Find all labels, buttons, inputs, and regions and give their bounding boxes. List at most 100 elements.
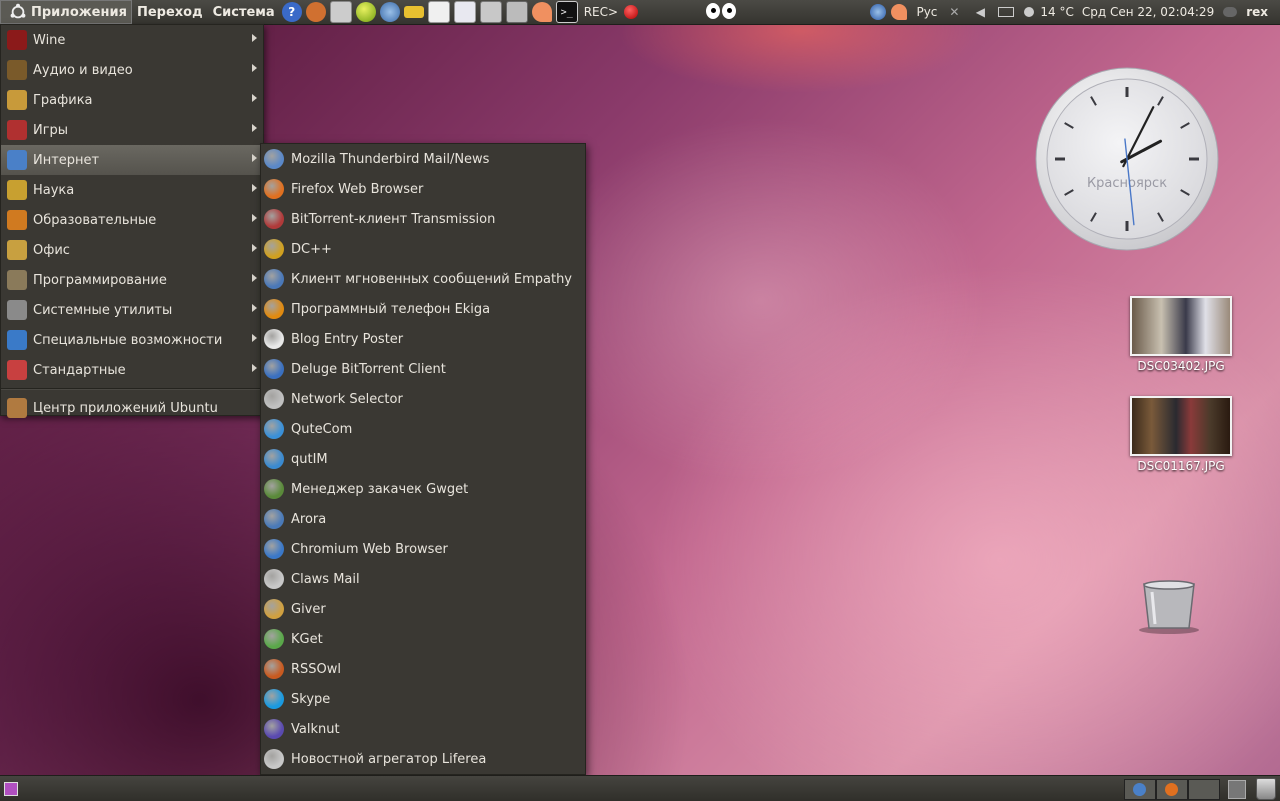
thunderbird-workspace-icon	[1133, 783, 1146, 796]
wine-icon	[7, 30, 27, 50]
workspace-1-button[interactable]	[1124, 779, 1156, 800]
system-menu-button[interactable]: Система	[208, 0, 280, 24]
submenu-item-firefox[interactable]: Firefox Web Browser	[261, 174, 585, 204]
username[interactable]: rex	[1242, 5, 1272, 19]
screenshot-launcher-icon[interactable]	[505, 1, 528, 23]
menu-item-programming[interactable]: Программирование	[1, 265, 263, 295]
submenu-item-qutecom[interactable]: QuteCom	[261, 414, 585, 444]
qutim-icon	[264, 449, 284, 469]
deluge-icon	[264, 359, 284, 379]
submenu-item-blog[interactable]: Blog Entry Poster	[261, 324, 585, 354]
submenu-arrow-icon	[252, 34, 257, 42]
submenu-item-gwget[interactable]: Менеджер закачек Gwget	[261, 474, 585, 504]
desktop-icon-photo-2[interactable]: DSC01167.JPG	[1126, 396, 1236, 473]
trash-icon[interactable]	[1138, 578, 1200, 636]
submenu-item-label: Valknut	[291, 721, 340, 737]
text-editor-launcher-icon[interactable]	[427, 1, 450, 23]
workspace-3-button[interactable]	[1188, 779, 1220, 800]
ekiga-icon	[264, 299, 284, 319]
submenu-item-ekiga[interactable]: Программный телефон Ekiga	[261, 294, 585, 324]
applications-menu-button[interactable]: Приложения	[0, 0, 132, 24]
record-label[interactable]: REC>	[580, 5, 622, 19]
workspace-4-button[interactable]	[1228, 780, 1246, 799]
menu-item-label: Образовательные	[33, 212, 157, 228]
menu-item-accessories[interactable]: Стандартные	[1, 355, 263, 385]
menu-item-label: Системные утилиты	[33, 302, 173, 318]
skype-icon	[264, 689, 284, 709]
gwget-icon	[264, 479, 284, 499]
submenu-item-chromium[interactable]: Chromium Web Browser	[261, 534, 585, 564]
submenu-item-dcpp[interactable]: DC++	[261, 234, 585, 264]
submenu-item-claws-mail[interactable]: Claws Mail	[261, 564, 585, 594]
submenu-item-empathy[interactable]: Клиент мгновенных сообщений Empathy	[261, 264, 585, 294]
workspace-2-button[interactable]	[1156, 779, 1188, 800]
menu-item-system-tools[interactable]: Системные утилиты	[1, 295, 263, 325]
network-disconnected-icon[interactable]: ✕	[946, 4, 962, 20]
desktop-icon-photo-1[interactable]: DSC03402.JPG	[1126, 296, 1236, 373]
submenu-item-label: qutIM	[291, 451, 328, 467]
menu-item-games[interactable]: Игры	[1, 115, 263, 145]
accessories-icon	[7, 360, 27, 380]
menu-item-label: Графика	[33, 92, 93, 108]
submenu-item-label: Blog Entry Poster	[291, 331, 404, 347]
submenu-item-valknut[interactable]: Valknut	[261, 714, 585, 744]
calculator-launcher-icon[interactable]	[479, 1, 502, 23]
ubuntu-logo-icon	[10, 3, 26, 19]
firefox-icon	[264, 179, 284, 199]
submenu-item-qutim[interactable]: qutIM	[261, 444, 585, 474]
weather-temperature[interactable]: 14 °C	[1036, 5, 1077, 19]
rssowl-icon	[264, 659, 284, 679]
help-icon[interactable]: ?	[281, 2, 302, 22]
submenu-item-skype[interactable]: Skype	[261, 684, 585, 714]
record-button-icon[interactable]	[624, 5, 639, 19]
terminal-launcher-icon[interactable]: >_	[555, 1, 578, 23]
menu-item-multimedia[interactable]: Аудио и видео	[1, 55, 263, 85]
mail-icon[interactable]	[998, 7, 1015, 17]
menu-item-internet[interactable]: Интернет	[1, 145, 263, 175]
date-time[interactable]: Срд Сен 22, 02:04:29	[1078, 5, 1218, 19]
clock-widget[interactable]: Красноярск	[1035, 67, 1219, 251]
submenu-item-transmission[interactable]: BitTorrent-клиент Transmission	[261, 204, 585, 234]
qutecom-icon	[264, 419, 284, 439]
submenu-item-deluge[interactable]: Deluge BitTorrent Client	[261, 354, 585, 384]
network-launcher-icon[interactable]	[379, 2, 400, 22]
weather-icon[interactable]	[1024, 7, 1035, 17]
menu-item-office[interactable]: Офис	[1, 235, 263, 265]
submenu-item-network[interactable]: Network Selector	[261, 384, 585, 414]
submenu-item-liferea[interactable]: Новостной агрегатор Liferea	[261, 744, 585, 774]
show-desktop-icon[interactable]	[4, 782, 18, 796]
menu-item-science[interactable]: Наука	[1, 175, 263, 205]
submenu-item-thunderbird[interactable]: Mozilla Thunderbird Mail/News	[261, 144, 585, 174]
submenu-item-rssowl[interactable]: RSSOwl	[261, 654, 585, 684]
menu-item-software-center[interactable]: Центр приложений Ubuntu	[1, 393, 263, 423]
submenu-item-giver[interactable]: Giver	[261, 594, 585, 624]
tennis-ball-launcher-icon[interactable]	[355, 2, 376, 22]
valknut-icon	[264, 719, 284, 739]
submenu-item-label: Клиент мгновенных сообщений Empathy	[291, 271, 572, 287]
dcpp-icon	[264, 239, 284, 259]
submenu-item-arora[interactable]: Arora	[261, 504, 585, 534]
menu-item-accessibility[interactable]: Специальные возможности	[1, 325, 263, 355]
folder-launcher-icon[interactable]	[403, 6, 424, 18]
notes-launcher-icon[interactable]	[453, 1, 476, 23]
submenu-arrow-icon	[252, 364, 257, 372]
claws-mail-icon	[264, 569, 284, 589]
game-launcher-icon[interactable]	[305, 2, 326, 22]
menu-item-wine[interactable]: Wine	[1, 25, 263, 55]
thunderbird-tray-icon[interactable]	[870, 4, 887, 20]
menu-item-education[interactable]: Образовательные	[1, 205, 263, 235]
applications-menu: Wine Аудио и видео Графика Игры Интернет Наук…	[0, 24, 264, 418]
ipod-launcher-icon[interactable]	[329, 1, 352, 23]
submenu-item-label: RSSOwl	[291, 661, 342, 677]
keyboard-layout-indicator[interactable]: Рус	[912, 5, 941, 19]
liferea-icon	[264, 749, 284, 769]
menu-item-graphics[interactable]: Графика	[1, 85, 263, 115]
volume-icon[interactable]: ◀	[972, 4, 988, 20]
cheese-tray-icon[interactable]	[891, 4, 908, 20]
cheese-launcher-icon[interactable]	[531, 2, 552, 22]
submenu-item-kget[interactable]: KGet	[261, 624, 585, 654]
panel-trash-icon[interactable]	[1256, 778, 1276, 800]
submenu-item-label: Claws Mail	[291, 571, 360, 587]
chat-status-icon[interactable]	[1223, 7, 1238, 17]
places-menu-button[interactable]: Переход	[132, 0, 208, 24]
